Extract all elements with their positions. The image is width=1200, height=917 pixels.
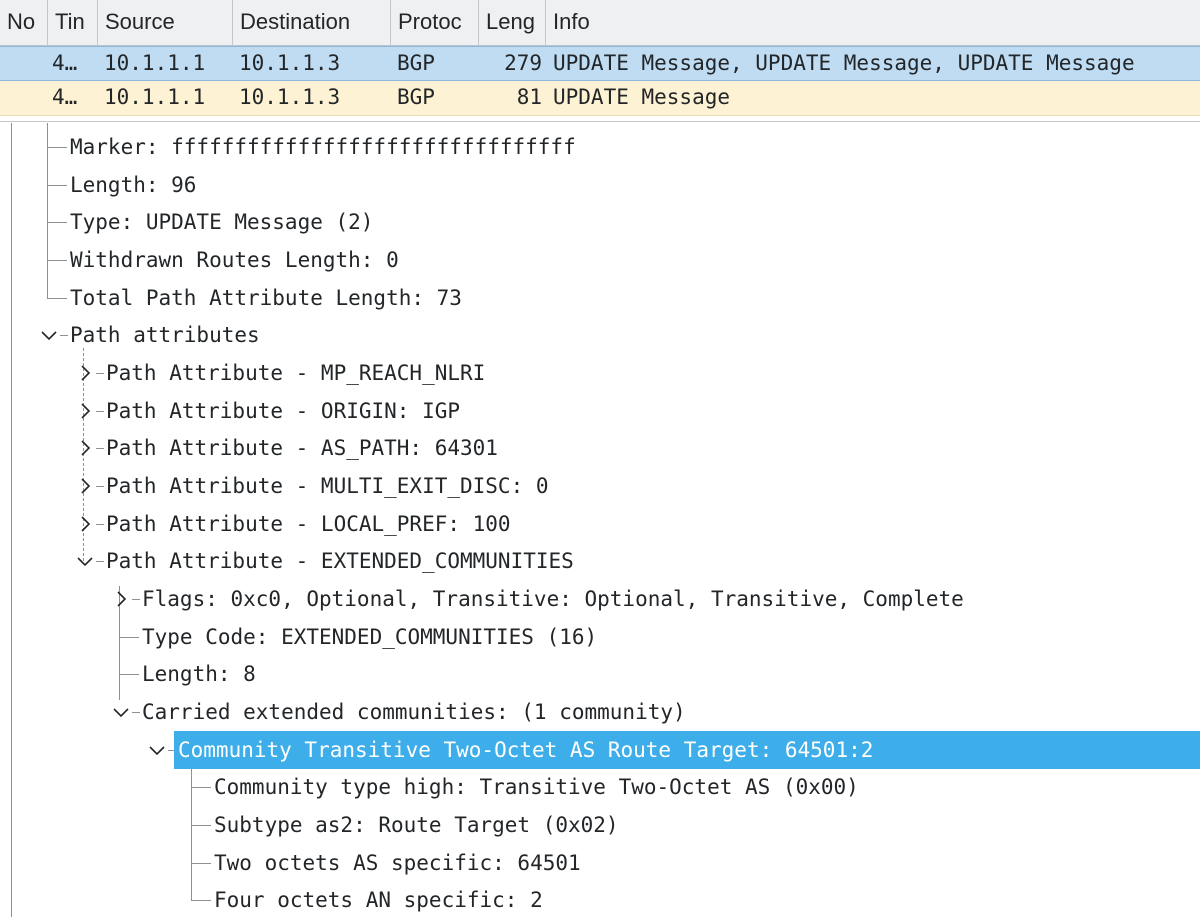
tree-item-type[interactable]: Type: UPDATE Message (2) <box>70 203 373 241</box>
tree-item-label: Path Attribute - MP_REACH_NLRI <box>106 361 486 385</box>
tree-item-marker[interactable]: Marker: ffffffffffffffffffffffffffffffff <box>70 128 576 166</box>
tree-item-total-path-attribute-length[interactable]: Total Path Attribute Length: 73 <box>70 279 462 317</box>
chevron-right-icon[interactable] <box>110 588 132 610</box>
tree-item-two-octets-as-specific[interactable]: Two octets AS specific: 64501 <box>214 844 581 882</box>
tree-item-withdrawn-routes-length[interactable]: Withdrawn Routes Length: 0 <box>70 241 399 279</box>
tree-item-extended-communities[interactable]: Path Attribute - EXTENDED_COMMUNITIES <box>106 542 574 580</box>
packet-source: 10.1.1.1 <box>104 85 206 109</box>
packet-source: 10.1.1.1 <box>104 51 206 75</box>
tree-guide-line <box>191 765 192 900</box>
chevron-right-icon[interactable] <box>74 400 96 422</box>
packet-details-tree[interactable]: Marker: ffffffffffffffffffffffffffffffff… <box>0 123 1200 917</box>
tree-connector <box>60 335 68 336</box>
column-header-length[interactable]: Leng <box>479 0 546 46</box>
tree-item-length[interactable]: Length: 96 <box>70 166 196 204</box>
tree-connector <box>132 599 140 600</box>
chevron-down-icon[interactable] <box>38 324 60 346</box>
tree-item-label: Withdrawn Routes Length: 0 <box>70 248 399 272</box>
tree-connector <box>47 185 67 186</box>
tree-item-route-target-selected[interactable]: Community Transitive Two-Octet AS Route … <box>174 731 1200 769</box>
tree-item-attribute-length[interactable]: Length: 8 <box>142 655 256 693</box>
tree-item-carried-extended-communities[interactable]: Carried extended communities: (1 communi… <box>142 693 686 731</box>
packet-list[interactable]: No Tin Source Destination Protoc Leng In… <box>0 0 1200 122</box>
tree-item-label: Path Attribute - LOCAL_PREF: 100 <box>106 512 511 536</box>
tree-connector <box>47 222 67 223</box>
chevron-right-icon[interactable] <box>74 437 96 459</box>
packet-protocol: BGP <box>397 85 435 109</box>
packet-row[interactable]: 4… 10.1.1.1 10.1.1.3 BGP 81 UPDATE Messa… <box>0 81 1200 116</box>
tree-connector <box>191 900 211 901</box>
tree-connector <box>119 674 139 675</box>
tree-item-label: Subtype as2: Route Target (0x02) <box>214 813 619 837</box>
tree-connector <box>96 411 104 412</box>
column-header-source[interactable]: Source <box>98 0 233 46</box>
tree-item-label: Path Attribute - EXTENDED_COMMUNITIES <box>106 549 574 573</box>
chevron-down-icon[interactable] <box>146 739 168 761</box>
tree-item-flags[interactable]: Flags: 0xc0, Optional, Transitive: Optio… <box>142 580 964 618</box>
packet-info: UPDATE Message <box>553 85 731 109</box>
tree-connector <box>191 787 211 788</box>
tree-item-mp-reach-nlri[interactable]: Path Attribute - MP_REACH_NLRI <box>106 354 485 392</box>
packet-length: 81 <box>516 85 542 109</box>
tree-connector <box>96 486 104 487</box>
tree-item-label: Carried extended communities: (1 communi… <box>142 700 686 724</box>
chevron-down-icon[interactable] <box>74 550 96 572</box>
packet-destination: 10.1.1.3 <box>239 51 341 75</box>
column-header-no[interactable]: No <box>0 0 48 46</box>
tree-connector <box>191 825 211 826</box>
tree-connector <box>96 561 104 562</box>
tree-item-label: Type Code: EXTENDED_COMMUNITIES (16) <box>142 625 598 649</box>
tree-item-subtype-as2[interactable]: Subtype as2: Route Target (0x02) <box>214 806 619 844</box>
tree-item-local-pref[interactable]: Path Attribute - LOCAL_PREF: 100 <box>106 505 511 543</box>
packet-list-header: No Tin Source Destination Protoc Leng In… <box>0 0 1200 46</box>
packet-destination: 10.1.1.3 <box>239 85 341 109</box>
tree-item-label: Length: 96 <box>70 173 197 197</box>
tree-connector <box>96 448 104 449</box>
tree-connector <box>132 712 140 713</box>
chevron-right-icon[interactable] <box>74 362 96 384</box>
packet-info: UPDATE Message, UPDATE Message, UPDATE M… <box>553 51 1135 75</box>
column-header-destination[interactable]: Destination <box>233 0 391 46</box>
column-header-time[interactable]: Tin <box>48 0 98 46</box>
tree-item-origin[interactable]: Path Attribute - ORIGIN: IGP <box>106 392 460 430</box>
tree-item-label: Four octets AN specific: 2 <box>214 888 543 912</box>
tree-item-multi-exit-disc[interactable]: Path Attribute - MULTI_EXIT_DISC: 0 <box>106 467 549 505</box>
tree-connector <box>47 147 67 148</box>
tree-connector <box>47 260 67 261</box>
chevron-right-icon[interactable] <box>74 513 96 535</box>
tree-item-label: Marker: ffffffffffffffffffffffffffffffff <box>70 135 576 159</box>
packet-number: 4… <box>52 51 78 75</box>
tree-connector <box>47 298 67 299</box>
tree-connector <box>96 524 104 525</box>
tree-guide-line <box>11 123 12 917</box>
tree-item-four-octets-an-specific[interactable]: Four octets AN specific: 2 <box>214 881 543 917</box>
tree-item-label: Path attributes <box>70 323 260 347</box>
packet-length: 279 <box>504 51 542 75</box>
column-header-protocol[interactable]: Protoc <box>391 0 479 46</box>
packet-row-selected[interactable]: 4… 10.1.1.1 10.1.1.3 BGP 279 UPDATE Mess… <box>0 46 1200 81</box>
tree-guide-line <box>47 123 48 298</box>
tree-connector <box>191 863 211 864</box>
packet-protocol: BGP <box>397 51 435 75</box>
tree-item-label: Total Path Attribute Length: 73 <box>70 286 462 310</box>
tree-item-label: Two octets AS specific: 64501 <box>214 851 581 875</box>
tree-item-label: Length: 8 <box>142 662 256 686</box>
tree-item-as-path[interactable]: Path Attribute - AS_PATH: 64301 <box>106 429 498 467</box>
tree-connector <box>119 637 139 638</box>
tree-item-path-attributes[interactable]: Path attributes <box>70 316 260 354</box>
tree-connector <box>96 373 104 374</box>
tree-item-label: Community Transitive Two-Octet AS Route … <box>178 738 874 762</box>
tree-item-type-code[interactable]: Type Code: EXTENDED_COMMUNITIES (16) <box>142 618 597 656</box>
tree-item-community-type-high[interactable]: Community type high: Transitive Two-Octe… <box>214 768 859 806</box>
tree-item-label: Path Attribute - MULTI_EXIT_DISC: 0 <box>106 474 549 498</box>
column-header-info[interactable]: Info <box>546 0 1200 46</box>
tree-item-label: Path Attribute - ORIGIN: IGP <box>106 399 461 423</box>
tree-item-label: Path Attribute - AS_PATH: 64301 <box>106 436 498 460</box>
tree-item-label: Community type high: Transitive Two-Octe… <box>214 775 859 799</box>
tree-item-label: Type: UPDATE Message (2) <box>70 210 374 234</box>
tree-item-label: Flags: 0xc0, Optional, Transitive: Optio… <box>142 587 964 611</box>
packet-number: 4… <box>52 85 78 109</box>
chevron-right-icon[interactable] <box>74 475 96 497</box>
chevron-down-icon[interactable] <box>110 701 132 723</box>
